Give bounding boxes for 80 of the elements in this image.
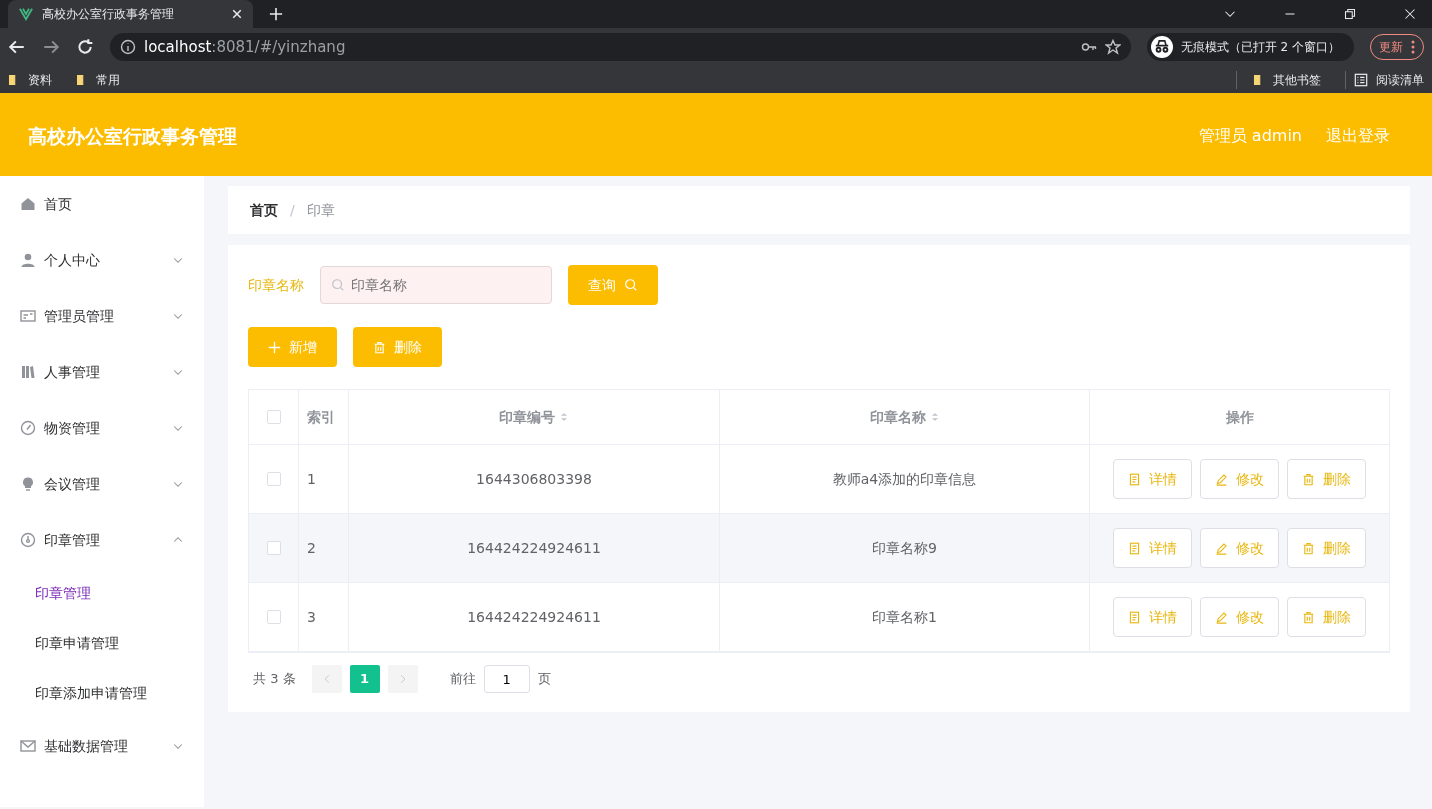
sidebar-item[interactable]: 个人中心 bbox=[0, 232, 204, 288]
bookmark[interactable]: 资料 bbox=[8, 70, 52, 89]
trash-icon bbox=[373, 340, 386, 354]
seal-name-cell-text: 印章名称9 bbox=[872, 538, 937, 558]
incognito-indicator[interactable]: 无痕模式（已打开 2 个窗口） bbox=[1146, 33, 1354, 61]
document-icon bbox=[1128, 472, 1141, 486]
column-header: 操作 bbox=[1225, 407, 1254, 427]
breadcrumb-separator: / bbox=[290, 200, 295, 220]
pencil-icon bbox=[1215, 541, 1228, 555]
mail-icon bbox=[20, 738, 36, 754]
seal-name-cell-text: 教师a4添加的印章信息 bbox=[832, 469, 977, 489]
reading-list-button[interactable]: 阅读清单 bbox=[1345, 70, 1424, 89]
bookmark[interactable]: 常用 bbox=[76, 70, 120, 89]
info-icon bbox=[120, 39, 136, 55]
document-icon bbox=[1128, 541, 1141, 555]
sidebar-subitem[interactable]: 印章申请管理 bbox=[0, 618, 204, 668]
home-icon bbox=[20, 196, 36, 212]
trash-icon bbox=[1302, 472, 1315, 486]
row-checkbox[interactable] bbox=[266, 472, 281, 486]
column-header: 索引 bbox=[307, 407, 335, 427]
browser-tab[interactable]: 高校办公室行政事务管理 bbox=[8, 0, 253, 28]
sidebar-item[interactable]: 会议管理 bbox=[0, 456, 204, 512]
page-input[interactable]: 1 bbox=[483, 665, 530, 693]
pencil-icon bbox=[1215, 472, 1228, 486]
gauge-icon bbox=[20, 532, 36, 548]
compass-icon bbox=[20, 420, 36, 436]
sidebar-subitem[interactable]: 印章添加申请管理 bbox=[0, 668, 204, 718]
trash-icon bbox=[1302, 541, 1315, 555]
search-label: 印章名称 bbox=[248, 275, 304, 295]
search-icon bbox=[331, 278, 345, 292]
sidebar-item[interactable]: 人事管理 bbox=[0, 344, 204, 400]
plus-icon[interactable] bbox=[269, 7, 283, 21]
close-icon[interactable] bbox=[1404, 8, 1416, 20]
user-name: 管理员 admin bbox=[1198, 125, 1302, 147]
lightbulb-icon bbox=[20, 476, 36, 492]
seal-name-cell-text: 印章名称1 bbox=[872, 607, 937, 627]
user-icon bbox=[20, 252, 36, 268]
index-cell-text: 1 bbox=[307, 469, 316, 489]
plus-icon bbox=[268, 340, 281, 354]
close-icon[interactable] bbox=[231, 8, 243, 20]
trash-icon bbox=[1302, 610, 1315, 624]
books-icon bbox=[20, 364, 36, 380]
star-icon[interactable] bbox=[1104, 39, 1121, 55]
more-icon bbox=[1411, 40, 1415, 54]
total-count: 共 3 条 bbox=[253, 670, 296, 689]
document-icon bbox=[1128, 610, 1141, 624]
app-title: 高校办公室行政事务管理 bbox=[28, 124, 237, 148]
id-card-icon bbox=[20, 308, 36, 324]
select-all-checkbox[interactable] bbox=[266, 410, 281, 424]
sidebar-item[interactable]: 首页 bbox=[0, 176, 204, 232]
address-bar[interactable]: localhost:8081/#/yinzhang bbox=[110, 33, 1131, 61]
vue-logo-icon bbox=[18, 7, 34, 21]
sidebar-item[interactable]: 管理员管理 bbox=[0, 288, 204, 344]
page-suffix: 页 bbox=[537, 670, 551, 689]
pencil-icon bbox=[1215, 610, 1228, 624]
back-icon[interactable] bbox=[8, 38, 26, 56]
search-field[interactable]: 印章名称 bbox=[320, 266, 552, 304]
url-text: localhost:8081/#/yinzhang bbox=[144, 36, 347, 58]
sidebar-item[interactable]: 物资管理 bbox=[0, 400, 204, 456]
goto-label: 前往 bbox=[449, 670, 476, 689]
sidebar-item[interactable]: 基础数据管理 bbox=[0, 718, 204, 774]
incognito-icon bbox=[1150, 36, 1173, 58]
breadcrumb-link[interactable]: 首页 bbox=[250, 199, 278, 221]
index-cell-text: 2 bbox=[307, 538, 316, 558]
bookmark[interactable]: 其他书签 bbox=[1236, 70, 1321, 89]
forward-icon[interactable] bbox=[42, 38, 60, 56]
search-icon bbox=[624, 278, 638, 292]
index-cell-text: 3 bbox=[307, 607, 316, 627]
list-icon bbox=[1354, 72, 1368, 87]
sidebar-item[interactable]: 印章管理 bbox=[0, 512, 204, 568]
row-checkbox[interactable] bbox=[266, 541, 281, 555]
reload-icon[interactable] bbox=[76, 38, 94, 56]
restore-icon[interactable] bbox=[1344, 8, 1356, 20]
seal-number-cell-text: 164424224924611 bbox=[467, 607, 601, 627]
row-checkbox[interactable] bbox=[266, 610, 281, 624]
sidebar-subitem[interactable]: 印章管理 bbox=[0, 568, 204, 618]
breadcrumb-current: 印章 bbox=[306, 200, 335, 220]
seal-number-cell-text: 164424224924611 bbox=[467, 538, 601, 558]
seal-number-cell-text: 1644306803398 bbox=[476, 469, 592, 489]
tab-title: 高校办公室行政事务管理 bbox=[42, 6, 175, 23]
